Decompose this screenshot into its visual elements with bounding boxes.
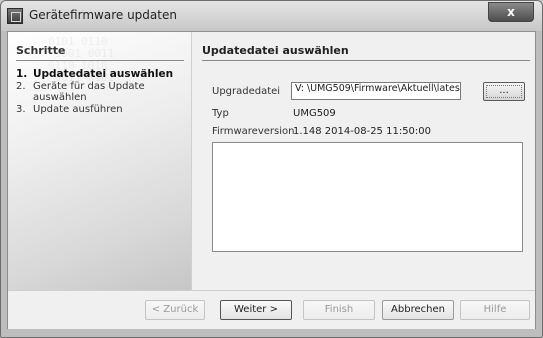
step-label: Updatedatei auswählen: [33, 68, 174, 80]
help-button[interactable]: Hilfe: [460, 300, 530, 320]
info-text-area[interactable]: [212, 142, 523, 252]
app-icon: [7, 8, 23, 24]
step-number: 3.: [16, 104, 26, 115]
upgrade-file-label: Upgradedatei: [212, 86, 281, 97]
dialog-window: Gerätefirmware updaten x 0101 0110 1001 …: [0, 0, 543, 338]
upgrade-file-input[interactable]: V: \UMG509\Firmware\Aktuell\latest\UMG: [291, 82, 461, 100]
steps-list: 1. Updatedatei auswählen 2. Geräte für d…: [16, 69, 186, 116]
step-item-select-devices: 2. Geräte für das Update auswählen: [16, 81, 186, 103]
step-label: Geräte für das Update auswählen: [33, 81, 145, 103]
back-button[interactable]: < Zurück: [145, 300, 205, 320]
step-item-select-file: 1. Updatedatei auswählen: [16, 69, 186, 80]
firmware-version-label: Firmwareversion: [212, 126, 295, 137]
step-number: 2.: [16, 81, 26, 92]
steps-sidebar: 0101 0110 1001 0011 0110 1010 0011 0101 …: [8, 32, 192, 290]
type-label: Typ: [212, 108, 229, 119]
wizard-body: 0101 0110 1001 0011 0110 1010 0011 0101 …: [7, 31, 536, 329]
cancel-button[interactable]: Abbrechen: [382, 300, 454, 320]
step-item-run-update: 3. Update ausführen: [16, 104, 186, 115]
next-button[interactable]: Weiter >: [220, 300, 292, 320]
main-panel: Updatedatei auswählen Upgradedatei V: \U…: [192, 32, 535, 290]
browse-button[interactable]: ...: [483, 82, 525, 101]
close-button[interactable]: x: [488, 2, 534, 22]
firmware-version-value: 1.148 2014-08-25 11:50:00: [293, 126, 432, 137]
title-bar[interactable]: Gerätefirmware updaten x: [1, 1, 542, 31]
page-title: Updatedatei auswählen: [202, 44, 349, 57]
steps-divider: [16, 60, 184, 61]
title-divider: [202, 60, 530, 61]
type-value: UMG509: [293, 108, 336, 119]
steps-heading: Schritte: [16, 44, 66, 57]
button-bar: < Zurück Weiter > Finish Abbrechen Hilfe: [8, 290, 535, 329]
finish-button[interactable]: Finish: [303, 300, 375, 320]
step-label: Update ausführen: [33, 104, 123, 115]
window-title: Gerätefirmware updaten: [29, 8, 177, 22]
step-number: 1.: [16, 68, 28, 80]
